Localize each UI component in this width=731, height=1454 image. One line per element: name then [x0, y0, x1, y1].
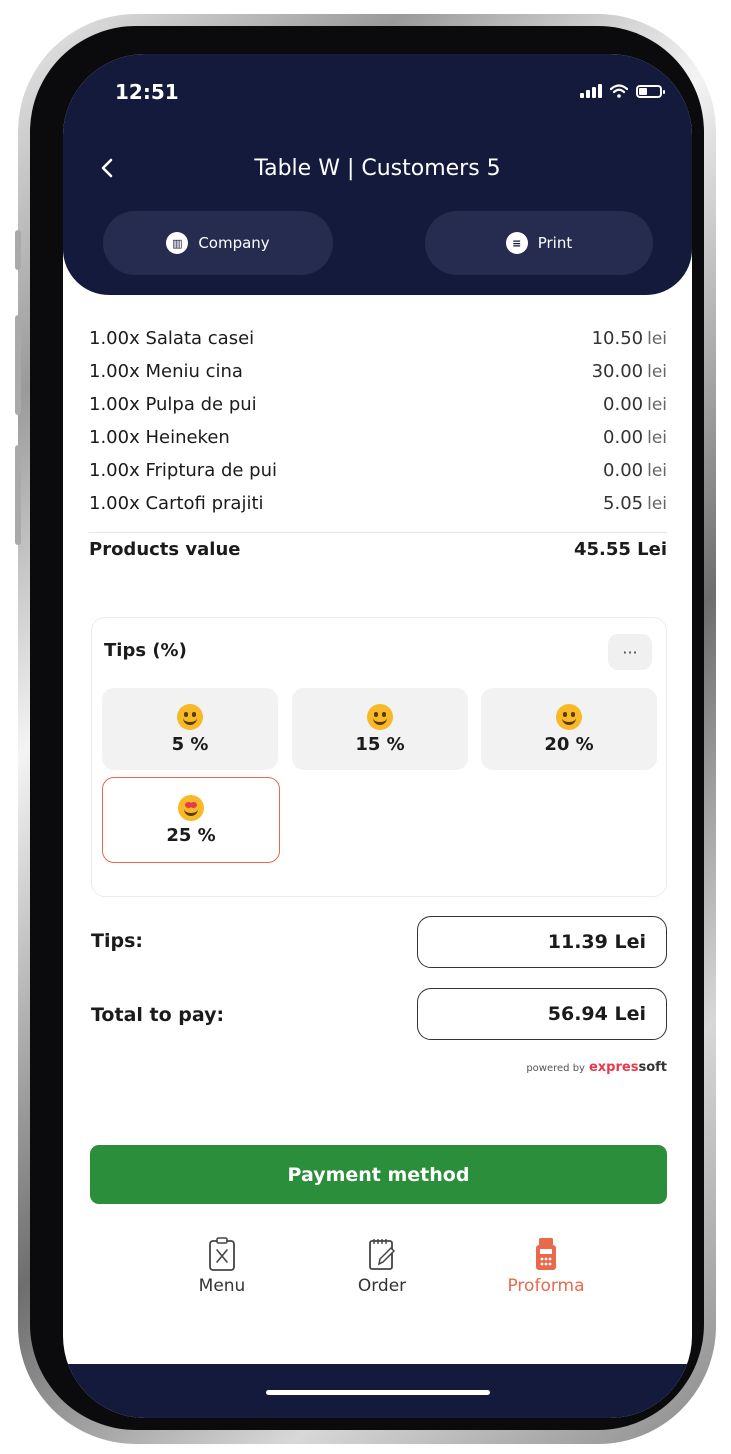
signal-icon — [580, 84, 602, 98]
tip-option-5[interactable]: 5 % — [102, 688, 278, 770]
brand-part-b: soft — [638, 1060, 667, 1075]
item-name: Friptura de pui — [145, 460, 278, 481]
list-item: 1.00x Cartofi prajiti 5.05 lei — [89, 493, 667, 526]
tip-option-20[interactable]: 20 % — [481, 688, 657, 770]
tips-amount-label: Tips: — [91, 930, 143, 952]
print-button-label: Print — [537, 234, 573, 252]
company-button[interactable]: ▥ Company — [103, 211, 333, 275]
item-currency: lei — [647, 494, 667, 514]
item-name: Meniu cina — [145, 361, 243, 382]
products-value-amount: 45.55 Lei — [573, 539, 667, 560]
tip-option-label: 20 % — [544, 733, 594, 755]
print-button[interactable]: ≡ Print — [425, 211, 653, 275]
status-time: 12:51 — [115, 80, 179, 104]
item-price: 0.00 — [603, 460, 644, 481]
order-items-list: 1.00x Salata casei 10.50 lei 1.00x Meniu … — [89, 328, 667, 560]
item-price: 30.00 — [591, 361, 644, 382]
company-button-label: Company — [198, 234, 270, 252]
nav-item-order[interactable]: Order — [327, 1236, 437, 1296]
powered-by: powered by expressoft — [526, 1060, 667, 1075]
pos-terminal-icon — [536, 1238, 556, 1270]
tip-option-label: 15 % — [355, 733, 405, 755]
notepad-pencil-icon — [369, 1239, 396, 1270]
list-item: 1.00x Salata casei 10.50 lei — [89, 328, 667, 361]
total-label: Total to pay: — [91, 1004, 225, 1026]
nav-item-proforma[interactable]: Proforma — [491, 1236, 601, 1296]
grinning-face-icon — [556, 703, 582, 730]
powered-by-prefix: powered by — [526, 1063, 585, 1074]
status-icons — [580, 84, 665, 98]
brand-part-a: expres — [588, 1060, 639, 1075]
item-currency: lei — [647, 362, 667, 382]
item-currency: lei — [647, 395, 667, 415]
item-name: Salata casei — [145, 328, 255, 349]
list-item: 1.00x Meniu cina 30.00 lei — [89, 361, 667, 394]
grinning-face-icon — [367, 703, 393, 730]
item-currency: lei — [647, 329, 667, 349]
receipt-icon: ≡ — [505, 232, 528, 254]
item-qty: 1.00x — [89, 460, 140, 481]
nav-order-label: Order — [357, 1276, 407, 1296]
nav-proforma-label: Proforma — [507, 1276, 585, 1296]
item-currency: lei — [647, 461, 667, 481]
item-name: Pulpa de pui — [145, 394, 257, 415]
phone-mute-button — [15, 230, 21, 270]
item-name: Cartofi prajiti — [145, 493, 264, 514]
tips-amount-field[interactable]: 11.39 Lei — [417, 916, 667, 968]
brand-logo: expressoft — [589, 1060, 667, 1075]
tip-option-label: 25 % — [166, 824, 216, 846]
list-item: 1.00x Pulpa de pui 0.00 lei — [89, 394, 667, 427]
item-currency: lei — [647, 428, 667, 448]
battery-icon — [636, 84, 665, 98]
item-qty: 1.00x — [89, 427, 140, 448]
phone-volume-up-button — [15, 315, 21, 415]
app-screen: 12:51 Table W | Customers 5 ▥ Company ≡ … — [63, 54, 692, 1418]
tips-title: Tips (%) — [104, 640, 187, 661]
products-value-row: Products value 45.55 Lei — [89, 539, 667, 560]
tip-option-25[interactable]: 25 % — [102, 777, 280, 863]
tips-card: Tips (%) ··· 5 % 15 % 20 % 25 % — [91, 617, 667, 897]
smiling-face-icon — [177, 703, 203, 730]
products-value-label: Products value — [89, 539, 241, 560]
building-icon: ▥ — [166, 232, 189, 254]
item-qty: 1.00x — [89, 328, 140, 349]
more-dots-icon: ··· — [622, 642, 638, 662]
item-qty: 1.00x — [89, 394, 140, 415]
more-options-button[interactable]: ··· — [608, 634, 652, 670]
phone-volume-down-button — [15, 445, 21, 545]
item-name: Heineken — [145, 427, 230, 448]
item-price: 10.50 — [591, 328, 644, 349]
heart-eyes-face-icon — [178, 794, 204, 821]
item-qty: 1.00x — [89, 361, 140, 382]
page-title: Table W | Customers 5 — [254, 156, 501, 181]
wifi-icon — [610, 84, 628, 98]
item-price: 5.05 — [603, 493, 644, 514]
nav-item-menu[interactable]: Menu — [167, 1236, 277, 1296]
tip-option-15[interactable]: 15 % — [292, 688, 468, 770]
clipboard-cutlery-icon — [209, 1237, 235, 1271]
item-qty: 1.00x — [89, 493, 140, 514]
payment-method-button[interactable]: Payment method — [90, 1145, 667, 1204]
item-price: 0.00 — [603, 427, 644, 448]
nav-menu-label: Menu — [198, 1276, 246, 1296]
divider — [89, 532, 667, 533]
header: 12:51 Table W | Customers 5 ▥ Company ≡ … — [63, 54, 692, 295]
total-amount-field: 56.94 Lei — [417, 988, 667, 1040]
list-item: 1.00x Heineken 0.00 lei — [89, 427, 667, 460]
tip-option-label: 5 % — [171, 733, 209, 755]
home-indicator[interactable] — [266, 1390, 490, 1395]
list-item: 1.00x Friptura de pui 0.00 lei — [89, 460, 667, 493]
item-price: 0.00 — [603, 394, 644, 415]
